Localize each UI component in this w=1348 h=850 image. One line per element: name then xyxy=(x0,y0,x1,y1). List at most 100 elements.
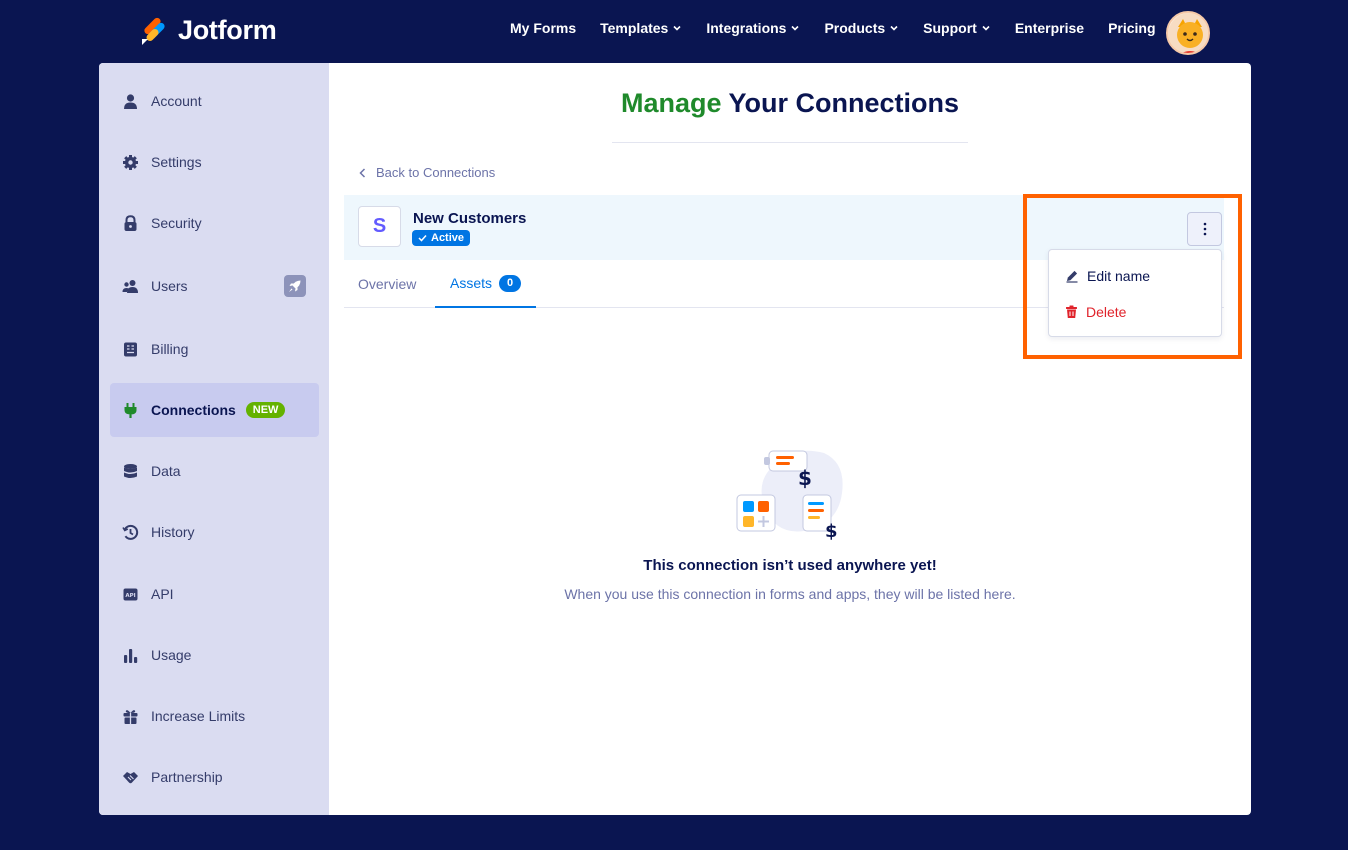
sidebar-item-label: Data xyxy=(151,463,181,479)
users-icon xyxy=(122,279,138,293)
main-nav: My Forms Templates Integrations Products Sup… xyxy=(510,20,1180,36)
svg-text:$: $ xyxy=(825,521,838,541)
check-icon xyxy=(418,234,427,242)
assets-count-badge: 0 xyxy=(499,274,522,292)
sidebar-item-label: Settings xyxy=(151,154,202,170)
nav-item-label: Integrations xyxy=(706,20,787,36)
sidebar-item-label: Usage xyxy=(151,647,192,663)
more-options-menu: Edit name Delete xyxy=(1048,249,1222,337)
nav-item-label: Pricing xyxy=(1108,20,1156,36)
sidebar-item-label: Security xyxy=(151,215,202,231)
sidebar-item-label: Increase Limits xyxy=(151,708,246,724)
edit-name-menu-item[interactable]: Edit name xyxy=(1065,266,1150,286)
nav-item-label: Products xyxy=(824,20,886,36)
trash-icon xyxy=(1066,305,1077,318)
chevron-down-icon xyxy=(791,25,800,31)
nav-item-label: Support xyxy=(923,20,977,36)
history-icon xyxy=(122,524,139,540)
new-badge: NEW xyxy=(245,402,286,418)
bar-chart-icon xyxy=(124,648,138,663)
title-divider xyxy=(612,142,968,143)
connection-name: New Customers xyxy=(413,210,527,227)
sidebar-item-settings[interactable]: Settings xyxy=(110,135,319,189)
avatar[interactable] xyxy=(1166,11,1210,55)
gift-icon xyxy=(123,709,138,724)
nav-item-templates[interactable]: Templates xyxy=(600,20,682,36)
jotform-logo[interactable]: Jotform xyxy=(140,14,277,46)
empty-state-subtitle: When you use this connection in forms an… xyxy=(564,586,1016,602)
empty-state-title: This connection isn’t used anywhere yet! xyxy=(643,557,937,574)
sidebar-item-label: Account xyxy=(151,93,202,109)
svg-text:API: API xyxy=(125,593,135,599)
rocket-upgrade-badge xyxy=(284,275,306,297)
chevron-down-icon xyxy=(673,25,681,31)
user-icon xyxy=(124,93,137,109)
page-title-rest: Your Connections xyxy=(721,88,960,118)
sidebar-item-connections[interactable]: Connections NEW xyxy=(110,383,319,437)
plug-icon xyxy=(124,402,137,418)
gear-icon xyxy=(123,154,138,170)
sidebar-item-label: Connections xyxy=(151,402,236,418)
kebab-menu-icon xyxy=(1203,222,1206,236)
status-badge-label: Active xyxy=(431,232,465,244)
page-title: Manage Your Connections xyxy=(329,88,1251,119)
nav-item-label: Enterprise xyxy=(1014,20,1085,36)
empty-assets-illustration: $ $ xyxy=(736,450,843,541)
main-content: Manage Your Connections Back to Connecti… xyxy=(329,63,1251,815)
jotform-logo-icon xyxy=(142,17,165,45)
sidebar-item-users[interactable]: Users xyxy=(110,259,319,313)
billing-icon xyxy=(124,342,137,356)
nav-item-pricing[interactable]: Pricing xyxy=(1108,20,1155,36)
sidebar-item-billing[interactable]: Billing xyxy=(110,322,319,376)
nav-item-label: My Forms xyxy=(510,20,577,36)
delete-label: Delete xyxy=(1086,304,1127,320)
chevron-down-icon xyxy=(890,25,898,31)
svg-text:$: $ xyxy=(798,466,812,490)
sidebar-item-partnership[interactable]: Partnership xyxy=(110,750,319,804)
nav-item-products[interactable]: Products xyxy=(824,20,899,36)
status-badge: Active xyxy=(412,230,471,246)
sidebar-item-label: Users xyxy=(151,278,188,294)
database-icon xyxy=(124,463,137,478)
handshake-icon xyxy=(123,771,138,783)
tab-overview-label: Overview xyxy=(358,276,417,292)
nav-item-integrations[interactable]: Integrations xyxy=(706,20,800,36)
delete-menu-item[interactable]: Delete xyxy=(1065,302,1126,322)
chevron-left-icon xyxy=(359,167,366,178)
rocket-icon xyxy=(289,280,301,292)
back-link-label: Back to Connections xyxy=(376,165,496,180)
nav-item-support[interactable]: Support xyxy=(923,20,991,36)
tab-assets-label: Assets xyxy=(450,275,493,291)
sidebar-item-usage[interactable]: Usage xyxy=(110,628,319,682)
sidebar-item-history[interactable]: History xyxy=(110,505,319,559)
sidebar-item-security[interactable]: Security xyxy=(110,196,319,250)
back-to-connections-link[interactable]: Back to Connections xyxy=(359,165,495,180)
edit-name-label: Edit name xyxy=(1087,268,1151,284)
connection-logo-letter: S xyxy=(372,215,387,237)
more-options-button[interactable] xyxy=(1187,212,1222,246)
api-icon: API xyxy=(123,588,138,600)
pencil-icon xyxy=(1066,270,1078,283)
sidebar-item-increase-limits[interactable]: Increase Limits xyxy=(110,689,319,743)
sidebar-item-label: API xyxy=(151,586,174,602)
top-navigation: Jotform My Forms Templates Integrations Pro… xyxy=(0,0,1348,63)
nav-item-label: Templates xyxy=(600,20,669,36)
chevron-down-icon xyxy=(982,25,990,31)
sidebar-item-label: Billing xyxy=(151,341,189,357)
sidebar-item-label: History xyxy=(151,524,195,540)
tab-assets[interactable]: Assets 0 xyxy=(435,260,537,308)
nav-item-my-forms[interactable]: My Forms xyxy=(510,20,576,36)
sidebar: Account Settings Security Users Billing Conne… xyxy=(99,63,329,815)
sidebar-item-api[interactable]: API API xyxy=(110,567,319,621)
sidebar-item-data[interactable]: Data xyxy=(110,444,319,498)
sidebar-item-label: Partnership xyxy=(151,769,223,785)
page-title-highlight: Manage xyxy=(620,88,722,118)
lock-icon xyxy=(124,214,137,231)
tab-overview[interactable]: Overview xyxy=(358,260,416,308)
settings-card: Account Settings Security Users Billing Conne… xyxy=(99,63,1251,815)
brand-name: Jotform xyxy=(178,14,277,45)
nav-item-enterprise[interactable]: Enterprise xyxy=(1015,20,1084,36)
stripe-logo: S xyxy=(358,206,401,247)
user-avatar-icon xyxy=(1168,13,1208,53)
sidebar-item-account[interactable]: Account xyxy=(110,74,319,128)
